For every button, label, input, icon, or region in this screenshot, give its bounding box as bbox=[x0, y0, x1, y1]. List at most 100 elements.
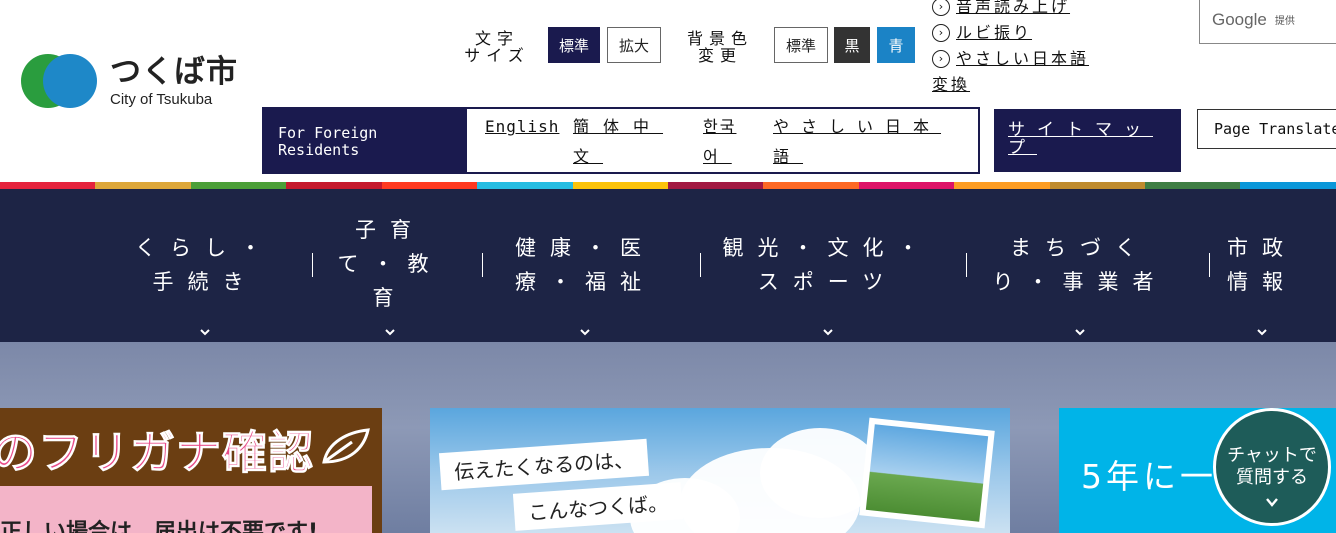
chevron-down-icon bbox=[1266, 498, 1278, 507]
promo-line1: 伝えたくなるのは、 bbox=[438, 438, 650, 491]
nav-item-label: 育 bbox=[372, 286, 408, 310]
nav-divider bbox=[966, 253, 967, 277]
nav-item-living[interactable]: くらし・ 手続き bbox=[130, 189, 280, 342]
stripe-segment bbox=[763, 182, 859, 189]
logo-subtitle: City of Tsukuba bbox=[110, 90, 213, 108]
foreign-label-line1: For Foreign bbox=[278, 124, 378, 142]
bg-standard-button[interactable]: 標準 bbox=[774, 27, 828, 63]
accessibility-links: › 音声読み上げ › ルビ振り › やさしい日本語 変換 bbox=[932, 0, 1172, 98]
bg-color-label: 背景色 変更 bbox=[678, 30, 762, 64]
stripe-segment bbox=[1049, 182, 1146, 189]
nav-divider bbox=[482, 253, 483, 277]
english-link[interactable]: English bbox=[485, 111, 559, 143]
foreign-residents-label: For Foreign Residents bbox=[264, 109, 467, 172]
text-size-standard-button[interactable]: 標準 bbox=[548, 27, 600, 63]
promo-photo bbox=[859, 417, 995, 529]
chevron-right-icon: › bbox=[932, 50, 950, 68]
chevron-down-icon bbox=[580, 329, 590, 336]
bg-color-label-line2: 変更 bbox=[697, 46, 742, 65]
nav-item-label: て・教 bbox=[337, 252, 443, 276]
nav-item-label: り・事業者 bbox=[992, 270, 1168, 294]
stripe-segment bbox=[858, 182, 955, 189]
chevron-down-icon bbox=[200, 329, 210, 336]
nav-divider bbox=[312, 253, 313, 277]
nav-item-town-business[interactable]: まちづく り・事業者 bbox=[985, 189, 1175, 342]
stripe-segment bbox=[190, 182, 287, 189]
chinese-link[interactable]: 簡体中 bbox=[573, 111, 663, 143]
foreign-residents-bar: For Foreign Residents English 簡体中 文 한국 어… bbox=[262, 107, 980, 174]
tsukuba-logo-mark-icon bbox=[21, 54, 97, 108]
chevron-down-icon bbox=[1257, 329, 1267, 336]
speech-link[interactable]: 音声読み上げ bbox=[956, 0, 1070, 20]
nav-item-label: 市政 bbox=[1227, 236, 1297, 260]
nav-item-health[interactable]: 健康・医 療・福祉 bbox=[500, 189, 670, 342]
stripe-segment bbox=[286, 182, 382, 189]
chevron-down-icon bbox=[1075, 329, 1085, 336]
nav-item-label: 手続き bbox=[152, 270, 258, 294]
stripe-segment bbox=[572, 182, 668, 189]
stripe-segment bbox=[1145, 182, 1241, 189]
chevron-right-icon: › bbox=[932, 0, 950, 16]
stripe-segment bbox=[95, 182, 191, 189]
google-provided-label: 提供 bbox=[1274, 16, 1295, 27]
sitemap-label-line1: サイトマッ bbox=[1008, 120, 1153, 140]
foreign-label-line2: Residents bbox=[278, 141, 360, 159]
chevron-down-icon bbox=[385, 329, 395, 336]
easy-japanese-foreign-link[interactable]: やさしい日本 bbox=[773, 111, 941, 143]
nav-item-label: 療・福祉 bbox=[515, 270, 655, 294]
chat-button[interactable]: チャットで 質問する bbox=[1213, 408, 1331, 526]
bg-blue-button[interactable]: 青 bbox=[877, 27, 915, 63]
banner-furigana-sub: 正しい場合は、届出は不要です! bbox=[0, 520, 319, 533]
main-nav: くらし・ 手続き 子育 て・教 育 健康・医 療・福祉 観光・文化・ スポーツ … bbox=[0, 189, 1336, 342]
site-logo[interactable]: つくば市 City of Tsukuba bbox=[18, 50, 263, 112]
stripe-segment bbox=[667, 182, 764, 189]
stripe-segment bbox=[0, 182, 96, 189]
chat-label-line1: チャットで bbox=[1227, 445, 1317, 466]
sitemap-label-line2: プ bbox=[1008, 138, 1037, 158]
korean-link-cont[interactable]: 어 bbox=[703, 141, 732, 173]
leaf-icon bbox=[322, 428, 370, 464]
ruby-link[interactable]: ルビ振り bbox=[956, 20, 1032, 46]
sdgs-color-stripe bbox=[0, 182, 1336, 189]
banner-furigana[interactable]: のフリガナ確認 正しい場合は、届出は不要です! bbox=[0, 408, 382, 533]
easy-japanese-link-cont[interactable]: 変換 bbox=[932, 72, 970, 98]
text-size-large-button[interactable]: 拡大 bbox=[607, 27, 661, 63]
nav-item-label: 情報 bbox=[1227, 270, 1297, 294]
nav-item-label: スポーツ bbox=[757, 270, 898, 294]
bg-color-label-line1: 背景色 bbox=[686, 29, 753, 48]
bg-black-button[interactable]: 黒 bbox=[834, 27, 870, 63]
nav-item-label: 健康・医 bbox=[515, 236, 655, 260]
banner-furigana-title: のフリガナ確認 bbox=[0, 426, 315, 480]
google-translate-widget[interactable]: Google 提供 bbox=[1199, 0, 1336, 44]
stripe-segment bbox=[381, 182, 478, 189]
chat-label-line2: 質問する bbox=[1236, 467, 1308, 488]
easy-japanese-foreign-link-cont[interactable]: 語 bbox=[773, 141, 803, 173]
nav-item-label: 観光・文化・ bbox=[722, 236, 933, 260]
chevron-down-icon bbox=[822, 329, 833, 336]
nav-item-label: くらし・ bbox=[135, 236, 275, 260]
chinese-link-cont[interactable]: 文 bbox=[573, 141, 603, 173]
nav-item-label: まちづく bbox=[1010, 236, 1150, 260]
banner-census-text: 5年に一 bbox=[1081, 457, 1217, 496]
nav-divider bbox=[1209, 253, 1210, 277]
nav-item-city-admin[interactable]: 市政 情報 bbox=[1222, 189, 1302, 342]
nav-divider bbox=[700, 253, 701, 277]
hero-carousel: のフリガナ確認 正しい場合は、届出は不要です! 伝えたくなるのは、 こんなつくば… bbox=[0, 342, 1336, 533]
text-size-label: 文字 サイズ bbox=[452, 30, 542, 64]
text-size-label-line1: 文字 bbox=[474, 29, 519, 48]
text-size-label-line2: サイズ bbox=[464, 46, 530, 65]
stripe-segment bbox=[954, 182, 1050, 189]
korean-link[interactable]: 한국 bbox=[703, 111, 736, 143]
banner-tsukuba-promo[interactable]: 伝えたくなるのは、 こんなつくば。 bbox=[430, 408, 1010, 533]
google-logo: Google bbox=[1212, 9, 1267, 29]
nav-item-childcare[interactable]: 子育 て・教 育 bbox=[330, 189, 450, 342]
stripe-segment bbox=[1240, 182, 1336, 189]
nav-item-label: 子育 bbox=[355, 218, 425, 242]
sitemap-button[interactable]: サイトマッ プ bbox=[994, 109, 1181, 172]
nav-item-tourism[interactable]: 観光・文化・ スポーツ bbox=[715, 189, 940, 342]
stripe-segment bbox=[477, 182, 573, 189]
chevron-right-icon: › bbox=[932, 24, 950, 42]
easy-japanese-link[interactable]: やさしい日本語 bbox=[956, 46, 1089, 72]
page-translate-button[interactable]: Page Translate bbox=[1197, 109, 1336, 149]
logo-title: つくば市 bbox=[110, 53, 238, 90]
